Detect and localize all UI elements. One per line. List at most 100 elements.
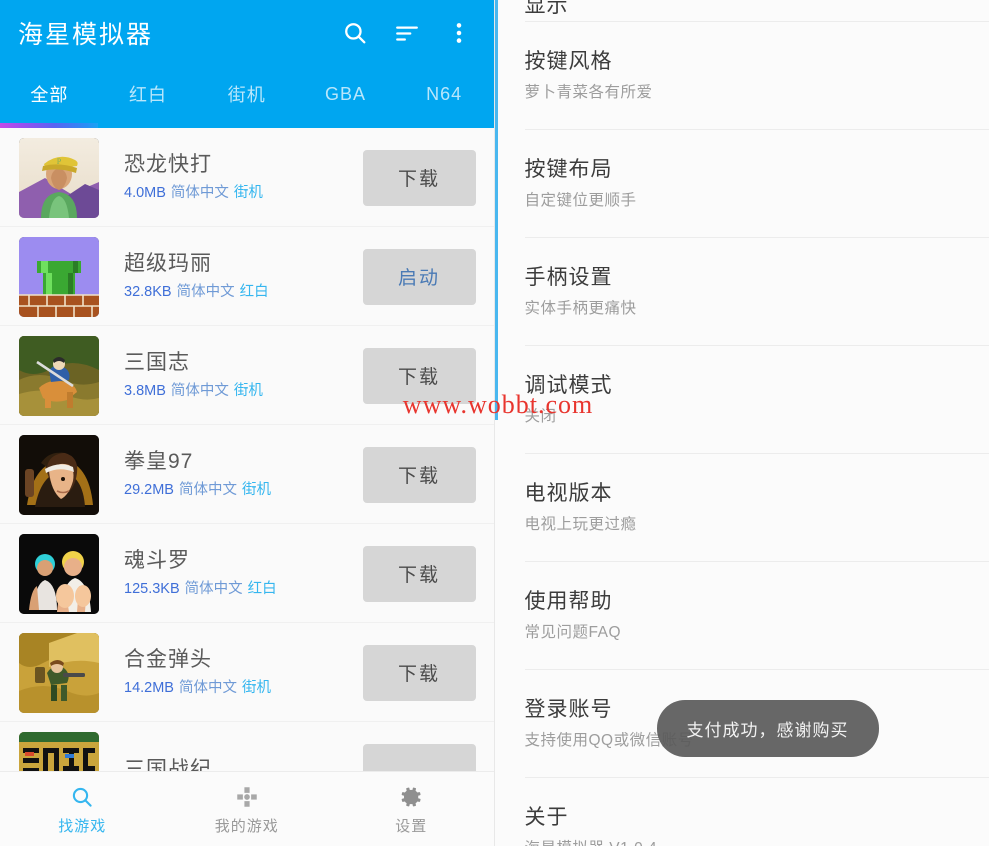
settings-subtitle: 萝卜青菜各有所爱: [524, 84, 653, 101]
game-name: 恐龙快打: [124, 152, 212, 176]
overflow-menu-icon[interactable]: [446, 20, 472, 46]
app-bar-actions: [342, 20, 480, 46]
game-platform: 红白: [247, 580, 277, 597]
settings-title: 调试模式: [524, 374, 613, 397]
game-platform: 街机: [233, 382, 263, 399]
settings-subtitle: 常见问题FAQ: [524, 624, 622, 641]
list-item[interactable]: 三国志 3.8MB 简体中文 街机 下载: [0, 326, 494, 425]
toast-message: 支付成功，感谢购买: [656, 700, 879, 757]
nav-item-settings[interactable]: 设置: [329, 772, 494, 846]
game-name: 合金弹头: [124, 647, 212, 671]
settings-title: 关于: [524, 806, 569, 829]
svg-text:P: P: [57, 157, 62, 166]
game-thumbnail: [19, 632, 99, 713]
game-language: 简体中文: [176, 283, 235, 300]
game-info: 三国志 3.8MB 简体中文 街机: [99, 350, 363, 402]
game-language: 简体中文: [184, 580, 243, 597]
settings-row-gamepad[interactable]: 手柄设置 实体手柄更痛快: [495, 238, 989, 346]
game-meta: 125.3KB 简体中文 红白: [124, 578, 363, 600]
tab-all[interactable]: 全部: [0, 81, 99, 107]
nav-label: 设置: [395, 817, 428, 835]
settings-title: 电视版本: [524, 482, 613, 505]
nav-item-find-games[interactable]: 找游戏: [0, 772, 165, 846]
game-info: 恐龙快打 4.0MB 简体中文 街机: [99, 152, 363, 204]
download-button[interactable]: 下载: [362, 644, 476, 701]
app-bar: 海星模拟器 全部 红白 街机 GBA N64: [0, 0, 494, 128]
settings-row-display[interactable]: 显示: [495, 0, 989, 22]
nav-item-my-games[interactable]: 我的游戏: [165, 772, 330, 846]
category-tabs: 全部 红白 街机 GBA N64: [0, 66, 494, 122]
tab-gba[interactable]: GBA: [296, 84, 395, 105]
game-meta: 32.8KB 简体中文 红白: [124, 281, 363, 303]
settings-title: 手柄设置: [524, 266, 613, 289]
game-info: 合金弹头 14.2MB 简体中文 街机: [99, 647, 363, 699]
nav-label: 找游戏: [58, 817, 107, 835]
dpad-icon: [234, 783, 260, 811]
game-size: 4.0MB: [124, 184, 166, 201]
settings-subtitle: 关闭: [524, 408, 557, 425]
list-item[interactable]: 合金弹头 14.2MB 简体中文 街机 下载: [0, 623, 494, 722]
left-screen-game-list: 海星模拟器 全部 红白 街机 GBA N64 P 恐龙快打 4.0MB 简体中文…: [0, 0, 494, 846]
list-item[interactable]: 拳皇97 29.2MB 简体中文 街机 下载: [0, 425, 494, 524]
settings-row-button-layout[interactable]: 按键布局 自定键位更顺手: [495, 130, 989, 238]
list-item[interactable]: 三国战纪: [0, 722, 494, 772]
game-thumbnail: P: [19, 137, 99, 218]
right-screen-settings-list: 显示 按键风格 萝卜青菜各有所爱 按键布局 自定键位更顺手 手柄设置 实体手柄更…: [493, 0, 989, 846]
download-button[interactable]: 下载: [362, 149, 476, 206]
game-thumbnail: [19, 533, 99, 614]
game-info: 拳皇97 29.2MB 简体中文 街机: [99, 449, 363, 501]
settings-row-debug-mode[interactable]: 调试模式 关闭: [495, 346, 989, 454]
game-language: 简体中文: [178, 679, 237, 696]
download-button[interactable]: 下载: [362, 347, 476, 404]
settings-row-about[interactable]: 关于 海星模拟器 V1.0.4: [495, 778, 989, 846]
game-platform: 街机: [233, 184, 263, 201]
game-meta: 29.2MB 简体中文 街机: [124, 479, 363, 501]
game-name: 三国志: [124, 350, 190, 374]
game-meta: 14.2MB 简体中文 街机: [124, 677, 363, 699]
search-icon[interactable]: [342, 20, 368, 46]
settings-row-button-style[interactable]: 按键风格 萝卜青菜各有所爱: [495, 22, 989, 130]
page-title: 海星模拟器: [18, 21, 154, 49]
game-size: 14.2MB: [124, 679, 174, 696]
game-meta: 3.8MB 简体中文 街机: [124, 380, 363, 402]
game-language: 简体中文: [170, 184, 229, 201]
list-item[interactable]: 魂斗罗 125.3KB 简体中文 红白 下载: [0, 524, 494, 623]
game-platform: 街机: [241, 679, 271, 696]
settings-title: 使用帮助: [524, 590, 613, 613]
settings-title: 按键布局: [524, 158, 613, 181]
game-info: 超级玛丽 32.8KB 简体中文 红白: [99, 251, 363, 303]
launch-button[interactable]: 启动: [362, 248, 476, 305]
game-list[interactable]: P 恐龙快打 4.0MB 简体中文 街机 下载 超级玛丽 32.8KB 简体中文…: [0, 128, 494, 772]
sort-icon[interactable]: [394, 20, 420, 46]
game-thumbnail: [19, 434, 99, 515]
game-name: 超级玛丽: [124, 251, 212, 275]
tab-n64[interactable]: N64: [395, 84, 494, 105]
tab-fc[interactable]: 红白: [99, 81, 198, 107]
game-size: 3.8MB: [124, 382, 166, 399]
game-language: 简体中文: [170, 382, 229, 399]
nav-label: 我的游戏: [214, 817, 279, 835]
settings-subtitle: 电视上玩更过瘾: [524, 516, 637, 533]
bottom-navigation: 找游戏 我的游戏 设置: [0, 771, 494, 846]
settings-row-help[interactable]: 使用帮助 常见问题FAQ: [495, 562, 989, 670]
settings-row-tv-version[interactable]: 电视版本 电视上玩更过瘾: [495, 454, 989, 562]
download-button[interactable]: 下载: [362, 545, 476, 602]
settings-title: 按键风格: [524, 50, 613, 73]
settings-subtitle: 实体手柄更痛快: [524, 300, 637, 317]
settings-title: 显示: [524, 0, 569, 17]
game-info: 三国战纪: [99, 757, 363, 773]
game-name: 魂斗罗: [124, 548, 190, 572]
settings-subtitle: 海星模拟器 V1.0.4: [525, 837, 989, 846]
tab-arcade[interactable]: 街机: [197, 81, 296, 107]
game-language: 简体中文: [178, 481, 237, 498]
game-size: 32.8KB: [124, 283, 172, 300]
list-item[interactable]: 超级玛丽 32.8KB 简体中文 红白 启动: [0, 227, 494, 326]
game-thumbnail: [19, 236, 99, 317]
settings-subtitle: 自定键位更顺手: [524, 192, 637, 209]
download-button[interactable]: [362, 743, 476, 772]
app-bar-top-row: 海星模拟器: [0, 0, 494, 66]
download-button[interactable]: 下载: [362, 446, 476, 503]
search-icon: [70, 783, 94, 811]
list-item[interactable]: P 恐龙快打 4.0MB 简体中文 街机 下载: [0, 128, 494, 227]
game-size: 125.3KB: [124, 580, 180, 597]
